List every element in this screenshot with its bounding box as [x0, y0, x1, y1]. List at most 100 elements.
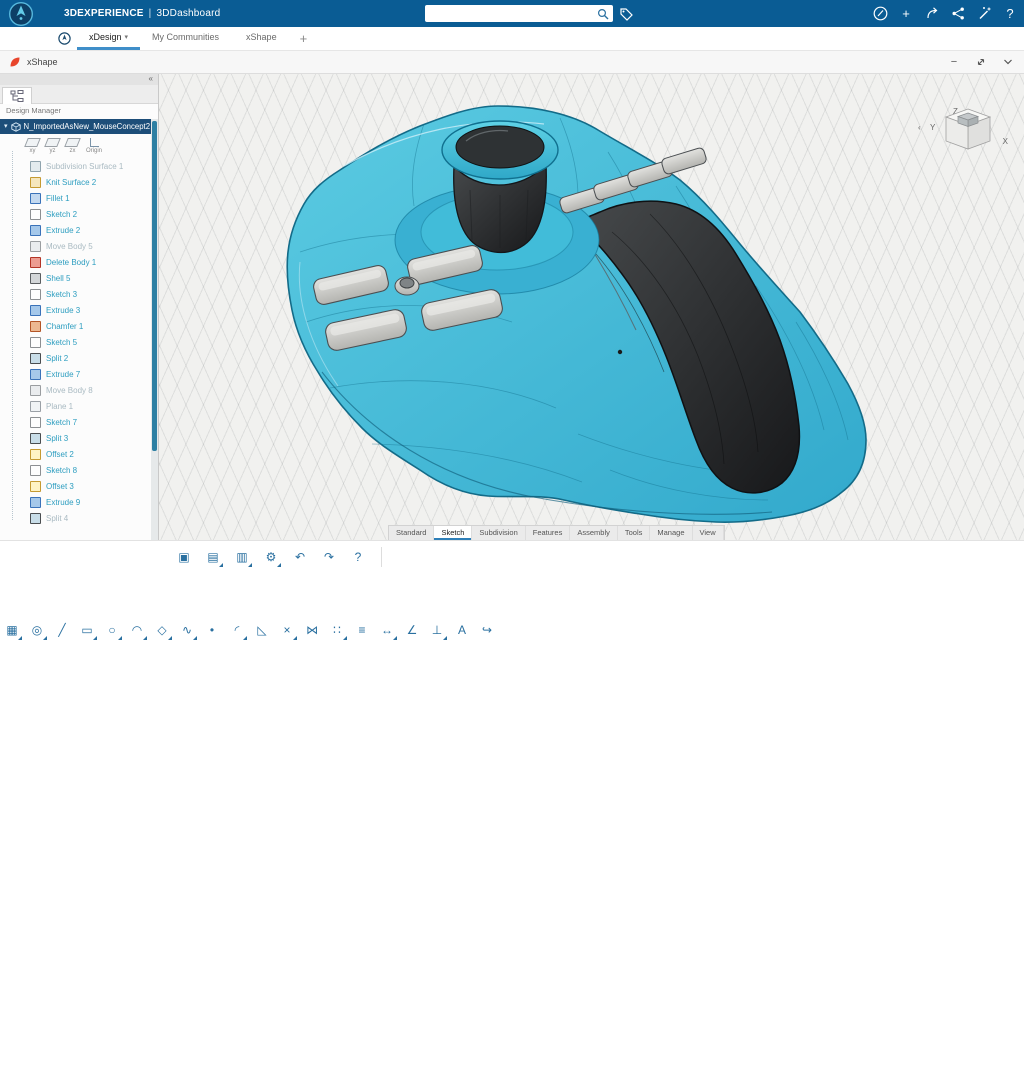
view-cube[interactable]: ‹ Y Z X	[916, 95, 1012, 175]
tree-item[interactable]: Chamfer 1	[0, 318, 151, 334]
toolbar-button[interactable]: ↔	[375, 618, 399, 642]
workbench-tab[interactable]: Features	[526, 526, 571, 540]
toolbar-button[interactable]: A	[450, 618, 474, 642]
minimize-icon[interactable]: −	[948, 56, 960, 68]
tree-item[interactable]: Extrude 9	[0, 494, 151, 510]
tree-item[interactable]: Split 3	[0, 430, 151, 446]
toolbar-button[interactable]: ≡	[350, 618, 374, 642]
toolbar-button[interactable]: ◺	[250, 618, 274, 642]
tree-item[interactable]: Knit Surface 2	[0, 174, 151, 190]
tag-button[interactable]	[618, 6, 634, 22]
search-input[interactable]	[425, 9, 597, 19]
toolbar-button[interactable]: •	[200, 618, 224, 642]
toolbar-button[interactable]: ▣	[172, 545, 196, 569]
3d-viewport[interactable]: ‹ Y Z X Standard Sketch	[158, 73, 1024, 540]
reference-plane[interactable]: zx	[66, 138, 79, 154]
toolbar-button[interactable]: ↶	[288, 545, 312, 569]
tree-view-tab[interactable]	[2, 87, 32, 104]
tree-item[interactable]: Split 4	[0, 510, 151, 526]
tree-item[interactable]: Sketch 7	[0, 414, 151, 430]
toolbar-button[interactable]: ▭	[75, 618, 99, 642]
toolbar-button[interactable]: ∿	[175, 618, 199, 642]
collapse-panel-icon[interactable]: «	[149, 74, 153, 84]
add-app-tab-button[interactable]: +	[292, 27, 316, 50]
tree-item[interactable]: Move Body 8	[0, 382, 151, 398]
magic-wand-icon[interactable]	[976, 6, 992, 22]
app-tab[interactable]: xShape	[234, 27, 292, 50]
global-search	[425, 5, 613, 22]
tree-item[interactable]: Offset 2	[0, 446, 151, 462]
toolbar-button[interactable]: ∠	[400, 618, 424, 642]
workbench-tab[interactable]: Standard	[389, 526, 434, 540]
scrollbar-thumb[interactable]	[152, 121, 157, 451]
toolbar-button[interactable]: ⋈	[300, 618, 324, 642]
toolbar-button[interactable]: ↪	[475, 618, 499, 642]
workbench-tab[interactable]: Manage	[650, 526, 692, 540]
help-icon[interactable]: ?	[1002, 6, 1018, 22]
feature-icon	[30, 481, 41, 492]
toolbar-button[interactable]: ○	[100, 618, 124, 642]
workbench-tab[interactable]: Sketch	[434, 526, 472, 540]
tree-item[interactable]: Plane 1	[0, 398, 151, 414]
mouse-concept-model[interactable]	[158, 73, 1024, 540]
tree-item[interactable]: Sketch 8	[0, 462, 151, 478]
search-icon[interactable]	[597, 8, 609, 20]
resize-icon[interactable]	[975, 56, 987, 68]
tree-item[interactable]: Extrude 7	[0, 366, 151, 382]
toolbar-button[interactable]: ∷	[325, 618, 349, 642]
toolbar-button[interactable]: ◜	[225, 618, 249, 642]
workbench-tab[interactable]: Subdivision	[472, 526, 525, 540]
axis-x-label[interactable]: X	[1003, 137, 1008, 146]
stylus-circle-icon[interactable]	[872, 6, 888, 22]
toolbar-button[interactable]: ◠	[125, 618, 149, 642]
panel-tab-strip	[0, 85, 158, 104]
expander-icon[interactable]: ▾	[4, 119, 8, 134]
view-cube-icon[interactable]	[938, 103, 998, 163]
tree-item[interactable]: Sketch 2	[0, 206, 151, 222]
toolbar-button[interactable]: ◎	[25, 618, 49, 642]
add-icon[interactable]: +	[898, 6, 914, 22]
reference-plane[interactable]: yz	[46, 138, 59, 154]
tree-item[interactable]: Split 2	[0, 350, 151, 366]
toolbar-button[interactable]: ↷	[317, 545, 341, 569]
tree-item[interactable]: Fillet 1	[0, 190, 151, 206]
3dexperience-compass-logo[interactable]	[8, 1, 34, 27]
tree-item[interactable]: Offset 3	[0, 478, 151, 494]
toolbar-button[interactable]: ?	[346, 545, 370, 569]
toolbar-button[interactable]: ▤	[201, 545, 225, 569]
tree-root-node[interactable]: ▾ N_ImportedAsNew_MouseConcept2	[0, 119, 151, 134]
toolbar-button[interactable]: ×	[275, 618, 299, 642]
forward-arrow-icon[interactable]	[924, 6, 940, 22]
toolbar-button[interactable]: ⊥	[425, 618, 449, 642]
tree-item[interactable]: Extrude 3	[0, 302, 151, 318]
share-icon[interactable]	[950, 6, 966, 22]
reference-plane[interactable]: xy	[26, 138, 39, 154]
vertex-marker[interactable]	[618, 350, 622, 354]
workbench-tab[interactable]: Assembly	[570, 526, 618, 540]
tree-item[interactable]: Shell 5	[0, 270, 151, 286]
reference-planes-row: xy yz zx	[0, 134, 151, 158]
toolbar-button[interactable]: ▦	[0, 618, 24, 642]
tree-item[interactable]: Subdivision Surface 1	[0, 158, 151, 174]
tree-scrollbar[interactable]	[151, 119, 158, 540]
tree-item[interactable]: Sketch 5	[0, 334, 151, 350]
tree-item[interactable]: Sketch 3	[0, 286, 151, 302]
axis-y-label[interactable]: Y	[930, 123, 935, 132]
reference-plane[interactable]: Origin	[86, 138, 102, 154]
app-tab[interactable]: My Communities	[140, 27, 234, 50]
toolbar-button[interactable]: ▥	[230, 545, 254, 569]
toolbar-button[interactable]: ⚙	[259, 545, 283, 569]
workbench-tab[interactable]: View	[693, 526, 724, 540]
toolbar-button[interactable]: ◇	[150, 618, 174, 642]
workbench-tab[interactable]: Tools	[618, 526, 651, 540]
knob-cap[interactable]	[442, 121, 558, 179]
tree-item[interactable]: Extrude 2	[0, 222, 151, 238]
rotate-left-icon[interactable]: ‹	[918, 123, 921, 132]
joystick-button[interactable]	[395, 277, 419, 295]
compass-mini-icon[interactable]	[58, 32, 71, 45]
collapse-chevron-icon[interactable]	[1002, 56, 1014, 68]
toolbar-button[interactable]: ╱	[50, 618, 74, 642]
tree-item[interactable]: Delete Body 1	[0, 254, 151, 270]
app-tab[interactable]: xDesign ▾	[77, 27, 140, 50]
tree-item[interactable]: Move Body 5	[0, 238, 151, 254]
